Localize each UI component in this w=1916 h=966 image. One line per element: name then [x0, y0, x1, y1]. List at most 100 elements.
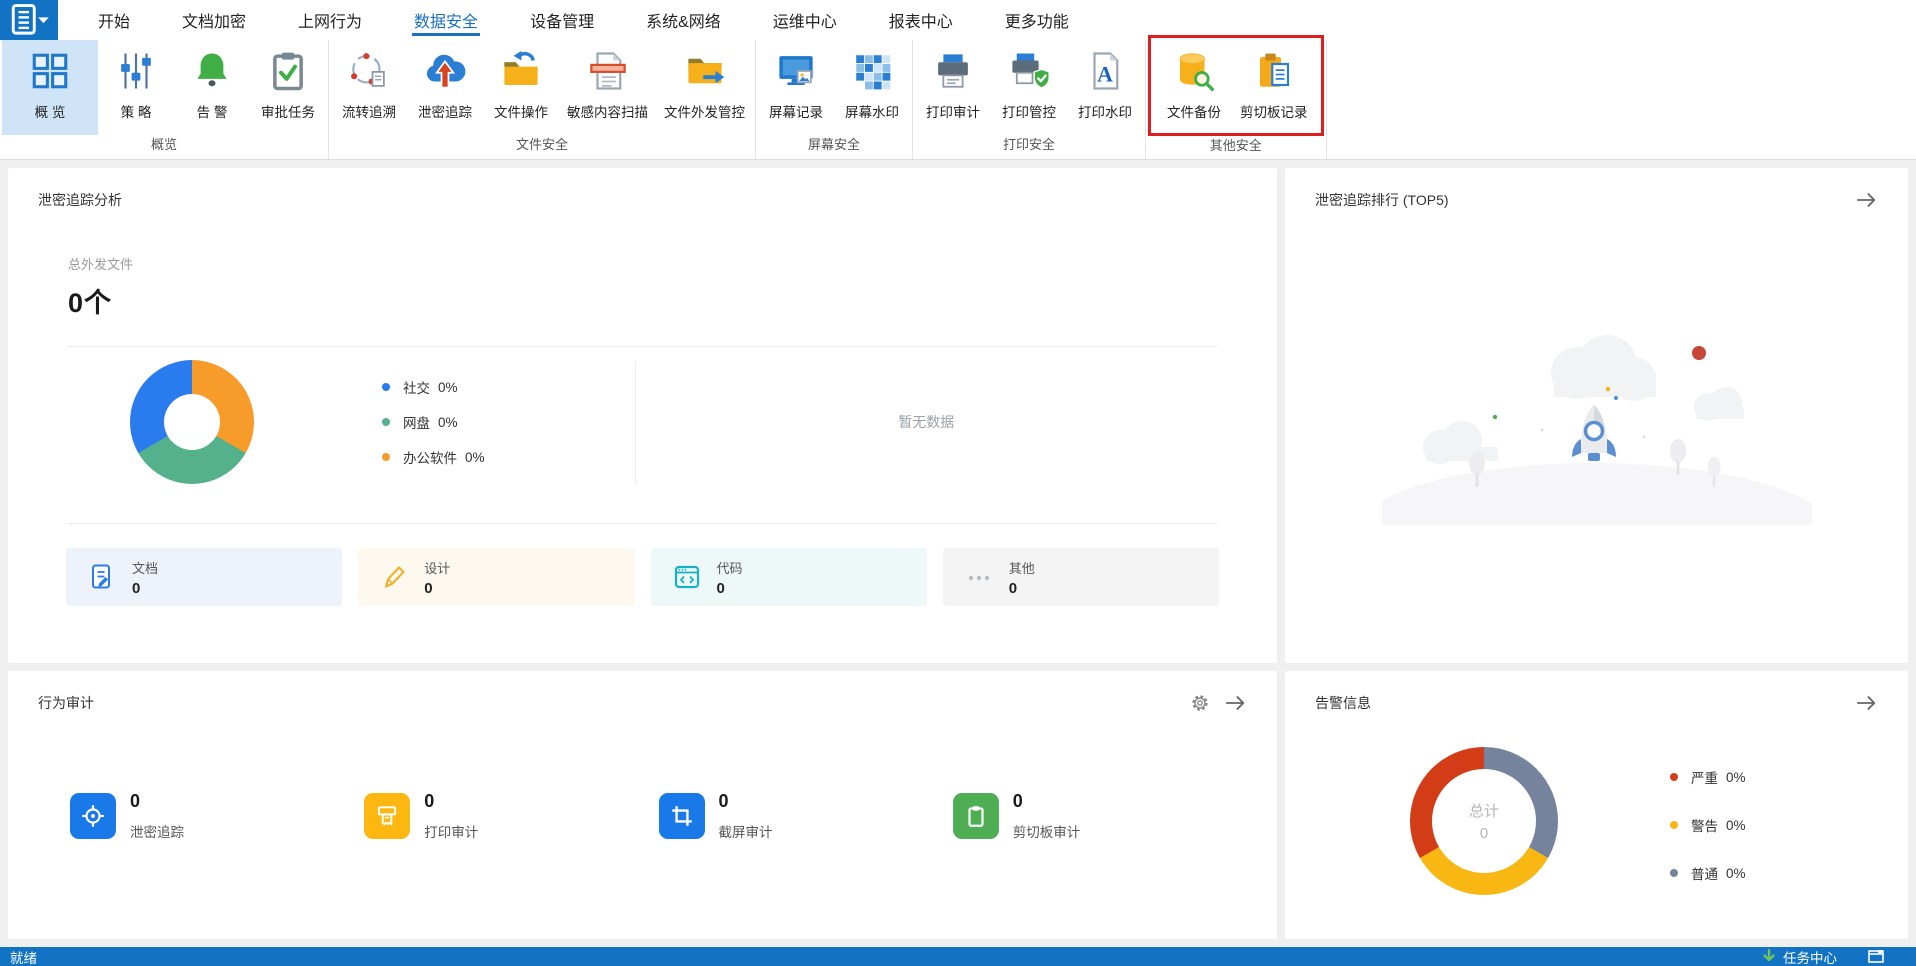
ribbon-item-label: 审批任务 [261, 105, 315, 120]
goto-detail-button[interactable] [1856, 191, 1878, 209]
panel-leak-trace-analysis: 泄密追踪分析 总外发文件 0个 社交 0% 网盘 0% 办公软件 0% 暂无数据… [8, 168, 1277, 663]
total-outgoing-files-value: 0个 [68, 288, 113, 318]
file-outgoing-folder-icon [687, 58, 724, 84]
ribbon-item-sensitive-content-scan[interactable]: 敏感内容扫描 [559, 40, 656, 135]
more-dots-icon [968, 576, 989, 580]
stat-screenshot-audit: 0 截屏审计 [658, 791, 953, 841]
task-center-button[interactable]: 任务中心 [1783, 947, 1837, 966]
ribbon-item-print-audit[interactable]: 打印审计 [915, 40, 991, 135]
legend-value: 0% [465, 449, 485, 465]
svg-text:A: A [1097, 63, 1113, 87]
arrow-right-icon [1856, 696, 1876, 710]
ribbon-group-label: 屏幕安全 [807, 137, 860, 153]
legend-dot-social [382, 383, 390, 391]
status-ready-text: 就绪 [10, 950, 37, 966]
sensitive-scan-icon [589, 52, 626, 90]
legend-label: 办公软件 [403, 451, 457, 466]
ribbon-item-label: 文件备份 [1167, 105, 1221, 120]
panel-leak-trace-rank: 泄密追踪排行 (TOP5) [1285, 168, 1908, 663]
tab-internet-behavior[interactable]: 上网行为 [272, 0, 388, 40]
ribbon-item-print-watermark[interactable]: A 打印水印 [1067, 40, 1143, 135]
ribbon-item-label: 打印水印 [1078, 105, 1132, 120]
panel-title: 告警信息 [1315, 695, 1371, 711]
tab-device-management[interactable]: 设备管理 [504, 0, 620, 40]
legend-dot-warning [1670, 821, 1678, 829]
category-card-design: 设计 0 [358, 548, 635, 606]
ribbon-item-label: 文件操作 [494, 105, 548, 120]
ribbon-item-overview[interactable]: 概 览 [2, 40, 98, 136]
alert-bell-icon [197, 53, 227, 87]
no-data-text: 暂无数据 [898, 414, 955, 430]
stat-value: 0 [1012, 791, 1023, 811]
panel-title: 泄密追踪分析 [38, 192, 122, 208]
tab-ops-center[interactable]: 运维中心 [747, 0, 863, 40]
legend-dot-netdisk [382, 418, 390, 426]
ribbon-group-label: 打印安全 [1002, 137, 1055, 153]
ribbon-item-screen-record[interactable]: 屏幕记录 [758, 40, 834, 135]
ribbon: 概 览 策 略 告 警 审批任务 概览 流转追溯 泄密追踪 文件操作 敏感内容扫… [0, 35, 1916, 160]
design-pencil-icon [385, 566, 405, 588]
legend-label: 严重 [1691, 771, 1718, 786]
policy-sliders-icon [121, 53, 151, 89]
total-outgoing-files-label: 总外发文件 [68, 257, 134, 272]
category-label: 文档 [132, 560, 159, 576]
ribbon-item-clipboard-record[interactable]: 剪切板记录 [1232, 40, 1316, 133]
legend-item: 警告 0% [1670, 815, 1746, 835]
ribbon-item-file-operations[interactable]: 文件操作 [483, 40, 559, 135]
ribbon-item-circulation-trace[interactable]: 流转追溯 [331, 40, 407, 135]
ribbon-item-approval-tasks[interactable]: 审批任务 [250, 40, 326, 135]
tab-start[interactable]: 开始 [72, 0, 156, 40]
tab-report-center[interactable]: 报表中心 [863, 0, 979, 40]
legend-value: 0% [1726, 817, 1746, 833]
ribbon-group-screen-security: 屏幕记录 屏幕水印 屏幕安全 [756, 40, 913, 159]
legend-item: 严重 0% [1670, 767, 1746, 787]
ribbon-group-overview: 概 览 策 略 告 警 审批任务 概览 [0, 40, 329, 159]
ribbon-item-label: 打印管控 [1002, 105, 1056, 120]
code-icon [674, 565, 699, 589]
ribbon-item-file-outgoing-control[interactable]: 文件外发管控 [656, 40, 753, 135]
print-watermark-icon: A [1093, 52, 1119, 90]
goto-detail-button[interactable] [1856, 694, 1878, 712]
ribbon-item-alert[interactable]: 告 警 [174, 40, 250, 135]
ribbon-item-label: 泄密追踪 [418, 105, 472, 120]
ribbon-item-file-backup[interactable]: 文件备份 [1156, 40, 1232, 133]
print-receipt-icon [364, 793, 411, 839]
settings-button[interactable] [1191, 694, 1209, 712]
ribbon-item-print-control[interactable]: 打印管控 [991, 40, 1067, 135]
tab-more-features[interactable]: 更多功能 [979, 0, 1095, 40]
stat-print-audit: 0 打印审计 [364, 791, 658, 841]
legend-dot-office-software [382, 453, 390, 461]
tab-doc-encryption[interactable]: 文档加密 [156, 0, 272, 40]
menubar: 开始 文档加密 上网行为 数据安全 设备管理 系统&网络 运维中心 报表中心 更… [0, 0, 1916, 40]
app-menu-button[interactable] [0, 0, 58, 40]
ribbon-item-leak-tracking[interactable]: 泄密追踪 [407, 40, 483, 135]
alert-total-value: 0 [1479, 825, 1489, 842]
ribbon-group-label: 其他安全 [1209, 138, 1262, 153]
legend-label: 社交 [403, 381, 430, 396]
category-label: 设计 [424, 560, 451, 576]
ribbon-item-label: 策 略 [120, 105, 152, 120]
tab-system-network[interactable]: 系统&网络 [620, 0, 747, 40]
stat-value: 0 [130, 791, 141, 811]
ribbon-group-other-security: 文件备份 剪切板记录 其他安全 [1146, 35, 1327, 159]
screen-watermark-icon [856, 55, 891, 90]
arrow-right-icon [1225, 696, 1245, 710]
task-window-icon[interactable] [1868, 950, 1884, 963]
ribbon-item-screen-watermark[interactable]: 屏幕水印 [834, 40, 910, 135]
goto-detail-button[interactable] [1225, 694, 1247, 712]
ribbon-item-policy[interactable]: 策 略 [98, 40, 174, 135]
tab-data-security[interactable]: 数据安全 [388, 0, 504, 40]
divider [68, 523, 1217, 524]
ribbon-group-label: 文件安全 [515, 137, 568, 153]
statusbar: 就绪 任务中心 [0, 947, 1916, 966]
download-arrow-icon [1763, 949, 1775, 962]
ribbon-item-label: 敏感内容扫描 [567, 105, 648, 120]
category-card-document: 文档 0 [66, 548, 343, 606]
alert-level-donut-chart: 总计 0 [1410, 747, 1558, 895]
legend-item: 普通 0% [1670, 863, 1746, 883]
ribbon-item-label: 屏幕记录 [769, 105, 823, 120]
stat-label: 截屏审计 [718, 825, 773, 840]
category-value: 0 [424, 579, 433, 597]
clipboard-icon [952, 793, 999, 839]
legend-item: 社交 0% [382, 377, 485, 397]
